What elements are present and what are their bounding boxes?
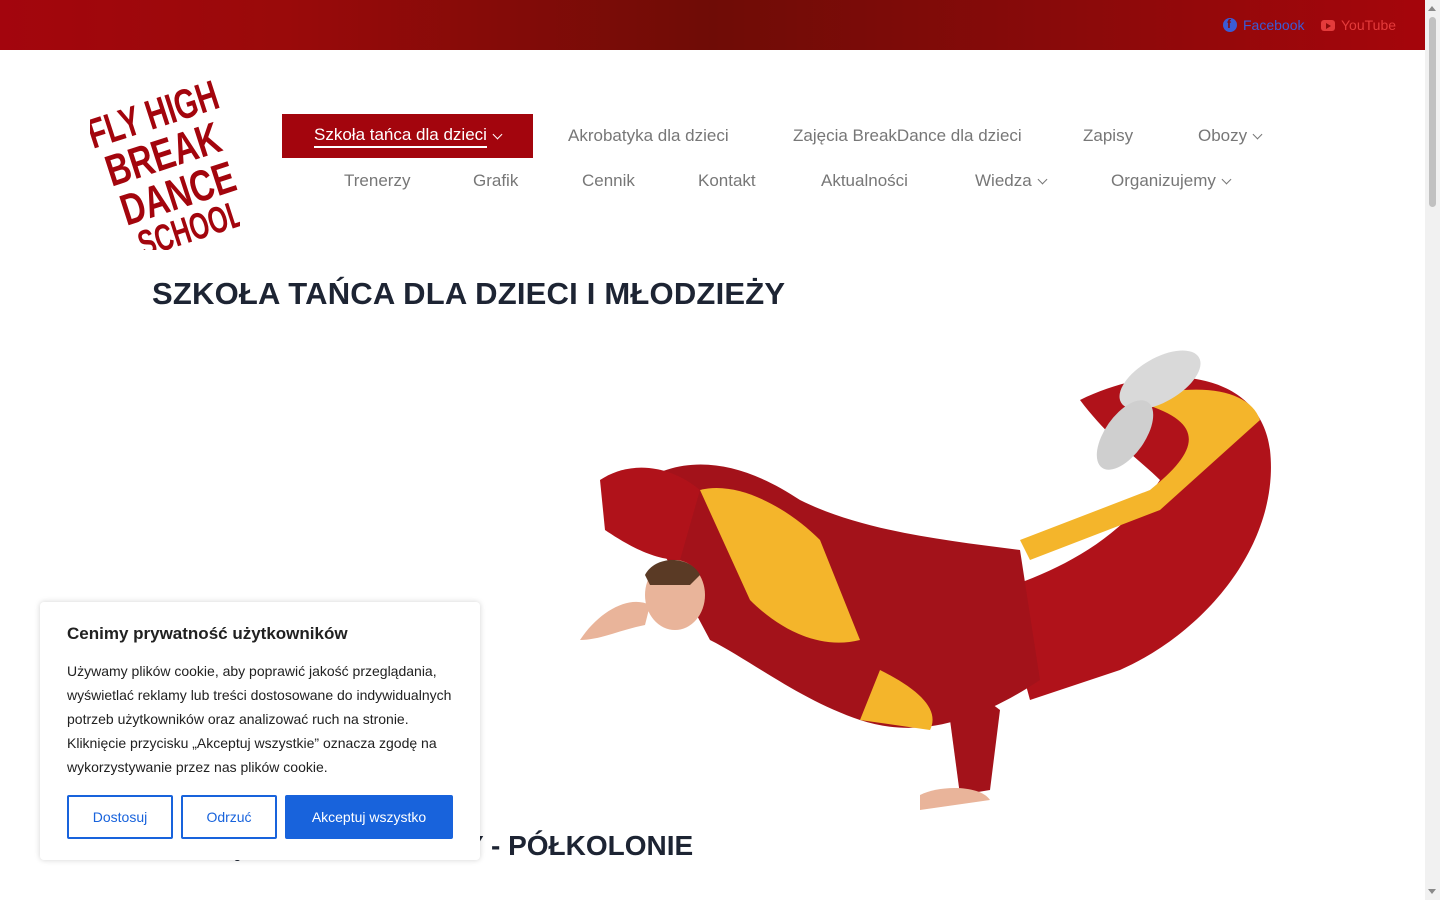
nav-item-label: Zajęcia BreakDance dla dzieci bbox=[793, 126, 1022, 145]
nav-item-label: Zapisy bbox=[1083, 126, 1134, 145]
nav-item-obozy[interactable]: Obozy bbox=[1198, 114, 1263, 158]
logo: FLY HIGH BREAK DANCE SCHOOL bbox=[90, 72, 240, 250]
top-bar: Facebook YouTube bbox=[0, 0, 1425, 50]
nav-item-organizujemy[interactable]: Organizujemy bbox=[1111, 159, 1232, 203]
youtube-icon bbox=[1321, 19, 1335, 31]
cookie-text: Używamy plików cookie, aby poprawić jako… bbox=[67, 663, 452, 775]
nav-item-label: Obozy bbox=[1198, 126, 1248, 145]
scroll-down-arrow-icon[interactable] bbox=[1428, 889, 1436, 894]
nav-item-wiedza[interactable]: Wiedza bbox=[975, 159, 1048, 203]
chevron-down-icon bbox=[1221, 174, 1232, 184]
nav-item-aktualnosci[interactable]: Aktualności bbox=[821, 159, 908, 203]
nav-item-zapisy[interactable]: Zapisy bbox=[1083, 114, 1133, 158]
nav-item-label: Cennik bbox=[582, 171, 635, 190]
reject-button[interactable]: Odrzuć bbox=[181, 795, 277, 839]
nav-item-akrobatyka[interactable]: Akrobatyka dla dzieci bbox=[568, 114, 729, 158]
cookie-title: Cenimy prywatność użytkowników bbox=[67, 624, 348, 643]
nav-item-szkola-tanca[interactable]: Szkoła tańca dla dzieci bbox=[282, 114, 533, 158]
hero-dancer-image bbox=[580, 350, 1271, 810]
customize-button[interactable]: Dostosuj bbox=[67, 795, 173, 839]
accept-all-button[interactable]: Akceptuj wszystko bbox=[285, 795, 453, 839]
nav-item-kontakt[interactable]: Kontakt bbox=[698, 159, 756, 203]
chevron-down-icon bbox=[492, 129, 503, 139]
nav-item-label: Organizujemy bbox=[1111, 171, 1216, 190]
scroll-up-arrow-icon[interactable] bbox=[1428, 6, 1436, 11]
cookie-banner: Cenimy prywatność użytkowników Używamy p… bbox=[40, 602, 480, 860]
chevron-down-icon bbox=[1252, 129, 1263, 139]
nav-item-grafik[interactable]: Grafik bbox=[473, 159, 518, 203]
nav-item-label: Trenerzy bbox=[344, 171, 411, 190]
facebook-link[interactable]: Facebook bbox=[1223, 0, 1304, 50]
youtube-link[interactable]: YouTube bbox=[1321, 0, 1396, 50]
nav-item-breakdance[interactable]: Zajęcia BreakDance dla dzieci bbox=[793, 114, 1022, 158]
nav-item-label: Szkoła tańca dla dzieci bbox=[314, 125, 487, 148]
facebook-label: Facebook bbox=[1243, 17, 1305, 33]
nav-item-label: Aktualności bbox=[821, 171, 908, 190]
nav-item-label: Grafik bbox=[473, 171, 519, 190]
scrollbar[interactable] bbox=[1425, 0, 1440, 900]
nav-item-label: Kontakt bbox=[698, 171, 756, 190]
page-title: SZKOŁA TAŃCA DLA DZIECI I MŁODZIEŻY bbox=[152, 276, 786, 311]
chevron-down-icon bbox=[1037, 174, 1048, 184]
facebook-icon bbox=[1223, 17, 1237, 32]
youtube-label: YouTube bbox=[1341, 17, 1397, 33]
nav-item-label: Wiedza bbox=[975, 171, 1032, 190]
nav-item-cennik[interactable]: Cennik bbox=[582, 159, 635, 203]
nav-item-label: Akrobatyka dla dzieci bbox=[568, 126, 729, 145]
nav-item-trenerzy[interactable]: Trenerzy bbox=[344, 159, 410, 203]
scrollbar-thumb[interactable] bbox=[1429, 17, 1436, 207]
